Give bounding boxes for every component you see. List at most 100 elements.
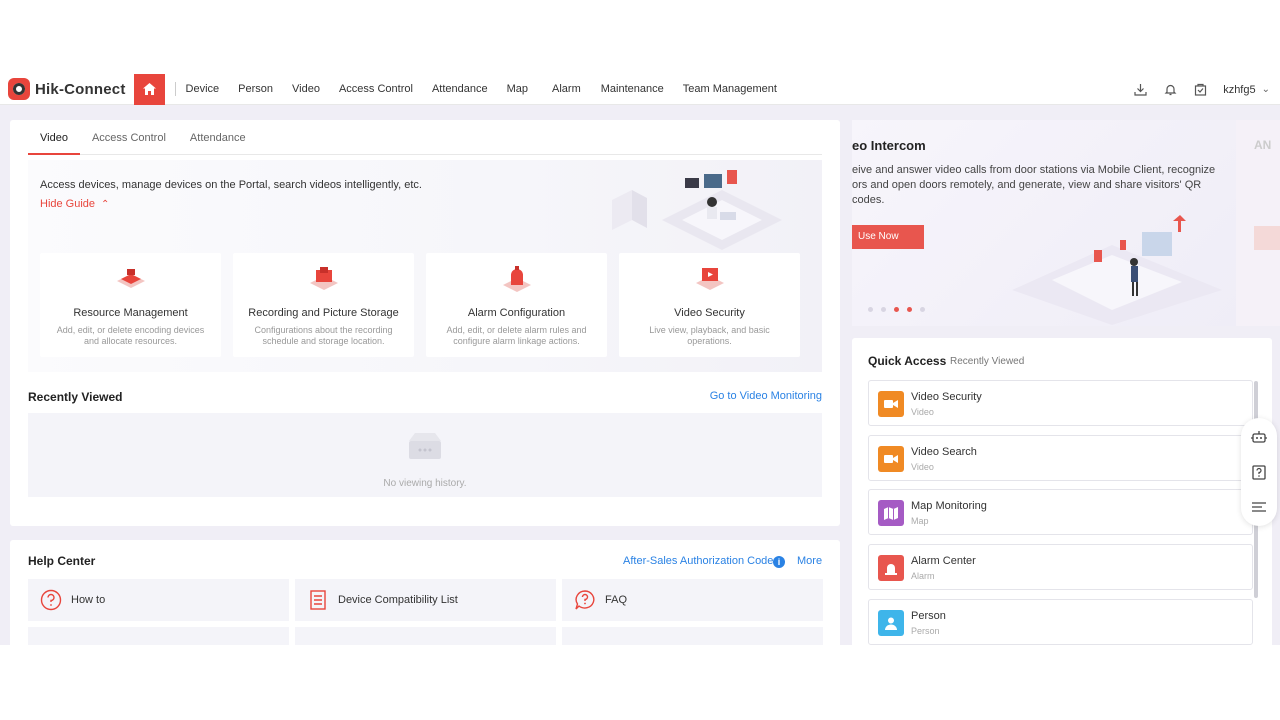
carousel-dot[interactable] bbox=[868, 307, 873, 312]
list-menu-icon[interactable] bbox=[1250, 498, 1268, 516]
nav-right-tools: kzhfg5 ⌄ bbox=[1117, 74, 1270, 105]
help-item-row2-1[interactable] bbox=[28, 627, 289, 645]
app-window: Hik-Connect Device Person Video Access C… bbox=[0, 74, 1280, 645]
quick-access-category: Alarm bbox=[911, 571, 935, 581]
hik-connect-logo-icon bbox=[8, 78, 30, 100]
feature-title: Video Security bbox=[674, 307, 745, 319]
feature-description: Live view, playback, and basic operation… bbox=[649, 325, 770, 346]
tab-attendance[interactable]: Attendance bbox=[178, 120, 258, 155]
nav-item-person[interactable]: Person bbox=[238, 83, 273, 95]
faq-chat-icon bbox=[574, 589, 596, 611]
home-button[interactable] bbox=[133, 74, 165, 105]
video-security-icon bbox=[695, 268, 724, 290]
floating-toolbar bbox=[1241, 418, 1277, 526]
help-more-link[interactable]: More bbox=[797, 555, 822, 567]
quick-access-category: Video bbox=[911, 407, 934, 417]
top-navigation-bar: Hik-Connect Device Person Video Access C… bbox=[0, 74, 1280, 105]
next-banner-button bbox=[1254, 226, 1280, 250]
task-center-icon[interactable] bbox=[1193, 83, 1207, 97]
feature-description: Add, edit, or delete alarm rules and con… bbox=[446, 325, 587, 346]
quick-access-title: Video Security bbox=[911, 391, 982, 403]
info-icon[interactable]: i bbox=[773, 556, 785, 568]
notification-bell-icon[interactable] bbox=[1163, 83, 1177, 97]
help-item-label: Device Compatibility List bbox=[338, 594, 458, 606]
banner-description-line: eive and answer video calls from door st… bbox=[852, 164, 1216, 176]
home-icon bbox=[142, 83, 156, 95]
nav-item-team-management[interactable]: Team Management bbox=[683, 83, 777, 95]
next-banner-title: AN bbox=[1254, 138, 1272, 152]
feature-card-resource-management[interactable]: Resource Management Add, edit, or delete… bbox=[40, 253, 221, 357]
feature-title: Alarm Configuration bbox=[467, 307, 566, 319]
recently-viewed-tab[interactable]: Recently Viewed bbox=[950, 356, 1024, 367]
carousel-indicators bbox=[868, 307, 933, 312]
feature-card-alarm-configuration[interactable]: Alarm Configuration Add, edit, or delete… bbox=[426, 253, 607, 357]
download-icon[interactable] bbox=[1133, 83, 1147, 97]
tab-video[interactable]: Video bbox=[28, 120, 80, 155]
resource-management-icon bbox=[116, 269, 145, 288]
hide-guide-label: Hide Guide bbox=[40, 198, 96, 210]
help-item-how-to[interactable]: How to bbox=[28, 579, 289, 621]
next-banner-preview[interactable]: AN bbox=[1236, 120, 1280, 326]
recording-storage-icon bbox=[309, 267, 338, 290]
quick-access-tab[interactable]: Quick Access bbox=[868, 354, 946, 368]
brand-name: Hik-Connect bbox=[35, 80, 126, 98]
nav-item-map[interactable]: Map bbox=[507, 83, 528, 95]
quick-access-title: Map Monitoring bbox=[911, 500, 987, 512]
carousel-dot-active[interactable] bbox=[894, 307, 899, 312]
quick-access-item-video-search[interactable]: Video Search Video bbox=[868, 435, 1253, 481]
chevron-up-icon: ⌃ bbox=[101, 199, 110, 210]
document-list-icon bbox=[307, 589, 329, 611]
chevron-down-icon[interactable]: ⌄ bbox=[1262, 84, 1270, 95]
quick-access-item-map-monitoring[interactable]: Map Monitoring Map bbox=[868, 489, 1253, 535]
use-now-button[interactable]: Use Now bbox=[852, 225, 924, 249]
help-center-card: Help Center After-Sales Authorization Co… bbox=[10, 540, 840, 645]
feature-description: Add, edit, or delete encoding devices an… bbox=[56, 325, 205, 346]
carousel-dot-active[interactable] bbox=[907, 307, 912, 312]
help-item-row2-3[interactable] bbox=[562, 627, 823, 645]
recently-viewed-empty-state: No viewing history. bbox=[28, 413, 822, 497]
nav-item-device[interactable]: Device bbox=[186, 83, 220, 95]
alarm-siren-icon bbox=[502, 266, 531, 292]
feature-title: Resource Management bbox=[73, 307, 188, 319]
help-document-icon[interactable] bbox=[1250, 463, 1268, 481]
banner-description-line: ors and open doors remotely, and generat… bbox=[852, 179, 1202, 206]
go-to-video-monitoring-link[interactable]: Go to Video Monitoring bbox=[710, 390, 822, 402]
nav-item-access-control[interactable]: Access Control bbox=[339, 83, 413, 95]
quick-access-item-alarm-center[interactable]: Alarm Center Alarm bbox=[868, 544, 1253, 590]
empty-box-icon bbox=[409, 433, 441, 459]
feature-card-video-security[interactable]: Video Security Live view, playback, and … bbox=[619, 253, 800, 357]
hide-guide-link[interactable]: Hide Guide ⌃ bbox=[40, 198, 109, 210]
main-menu: Device Person Video Access Control Atten… bbox=[186, 74, 796, 105]
empty-state-message: No viewing history. bbox=[383, 478, 467, 489]
help-center-title: Help Center bbox=[28, 554, 96, 568]
promo-banner-video-intercom[interactable]: eo Intercom eive and answer video calls … bbox=[852, 120, 1236, 326]
tab-access-control[interactable]: Access Control bbox=[80, 120, 178, 155]
robot-assistant-icon[interactable] bbox=[1250, 428, 1268, 446]
after-sales-authorization-link[interactable]: After-Sales Authorization Code bbox=[623, 555, 773, 567]
nav-item-maintenance[interactable]: Maintenance bbox=[601, 83, 664, 95]
help-item-device-compatibility[interactable]: Device Compatibility List bbox=[295, 579, 556, 621]
carousel-dot[interactable] bbox=[920, 307, 925, 312]
nav-item-attendance[interactable]: Attendance bbox=[432, 83, 488, 95]
help-item-row2-2[interactable] bbox=[295, 627, 556, 645]
quick-access-category: Video bbox=[911, 462, 934, 472]
intercom-illustration bbox=[1012, 215, 1222, 325]
feature-card-recording-storage[interactable]: Recording and Picture Storage Configurat… bbox=[233, 253, 414, 357]
quick-access-title: Video Search bbox=[911, 446, 977, 458]
carousel-dot[interactable] bbox=[881, 307, 886, 312]
help-item-label: FAQ bbox=[605, 594, 628, 606]
video-guide-card: Video Access Control Attendance Access d… bbox=[10, 120, 840, 526]
person-icon bbox=[878, 610, 904, 636]
nav-item-alarm[interactable]: Alarm bbox=[552, 83, 581, 95]
quick-access-item-person[interactable]: Person Person bbox=[868, 599, 1253, 645]
question-circle-icon bbox=[40, 589, 62, 611]
banner-title: eo Intercom bbox=[852, 138, 926, 153]
nav-divider bbox=[174, 82, 176, 96]
help-item-faq[interactable]: FAQ bbox=[562, 579, 823, 621]
quick-access-item-video-security[interactable]: Video Security Video bbox=[868, 380, 1253, 426]
nav-item-video[interactable]: Video bbox=[292, 83, 320, 95]
user-account-name[interactable]: kzhfg5 bbox=[1223, 84, 1255, 96]
quick-access-card: Quick Access Recently Viewed Video Secur… bbox=[852, 338, 1272, 645]
alarm-icon bbox=[878, 555, 904, 581]
brand-logo[interactable]: Hik-Connect bbox=[8, 74, 126, 105]
